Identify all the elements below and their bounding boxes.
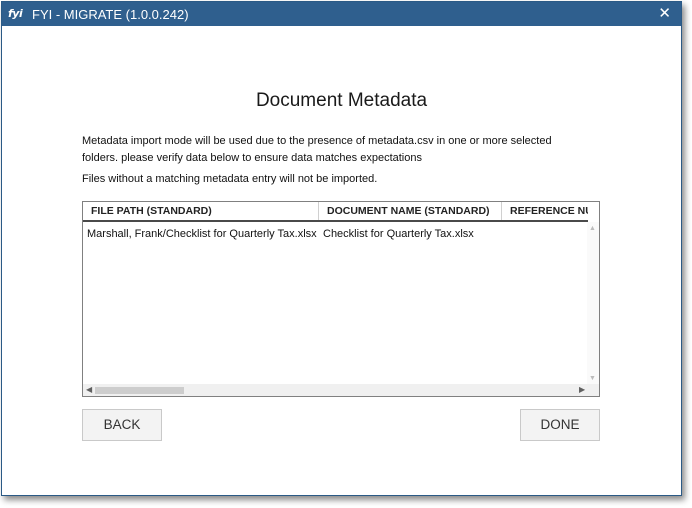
column-header-reference-number[interactable]: REFERENCE NU: [502, 202, 588, 220]
scrollbar-thumb[interactable]: [95, 387, 184, 394]
table-row[interactable]: Marshall, Frank/Checklist for Quarterly …: [83, 224, 588, 244]
column-header-document-name[interactable]: DOCUMENT NAME (STANDARD): [319, 202, 502, 220]
window-title: FYI - MIGRATE (1.0.0.242): [32, 7, 189, 22]
fyi-logo-icon: fyi: [8, 7, 23, 20]
column-header-file-path[interactable]: FILE PATH (STANDARD): [83, 202, 319, 220]
title-bar[interactable]: fyi FYI - MIGRATE (1.0.0.242) ✕: [2, 2, 681, 26]
scroll-down-icon[interactable]: ▼: [589, 375, 596, 382]
back-button[interactable]: BACK: [82, 409, 162, 441]
cell-file-path: Marshall, Frank/Checklist for Quarterly …: [87, 228, 317, 240]
horizontal-scrollbar[interactable]: ◀ ▶: [83, 384, 599, 396]
close-icon[interactable]: ✕: [658, 5, 671, 21]
import-note: Files without a matching metadata entry …: [82, 173, 378, 185]
scroll-left-icon[interactable]: ◀: [86, 385, 92, 394]
cell-document-name: Checklist for Quarterly Tax.xlsx: [323, 228, 474, 240]
app-window: fyi FYI - MIGRATE (1.0.0.242) ✕ Document…: [1, 1, 682, 496]
description-text: Metadata import mode will be used due to…: [82, 135, 552, 164]
grid-header: FILE PATH (STANDARD) DOCUMENT NAME (STAN…: [83, 202, 588, 222]
page-title: Document Metadata: [255, 90, 428, 111]
done-button[interactable]: DONE: [520, 409, 600, 441]
scroll-right-icon[interactable]: ▶: [579, 385, 585, 394]
scroll-up-icon[interactable]: ▲: [589, 225, 596, 232]
vertical-scrollbar[interactable]: ▲ ▼: [587, 222, 599, 384]
metadata-grid[interactable]: FILE PATH (STANDARD) DOCUMENT NAME (STAN…: [82, 201, 600, 397]
